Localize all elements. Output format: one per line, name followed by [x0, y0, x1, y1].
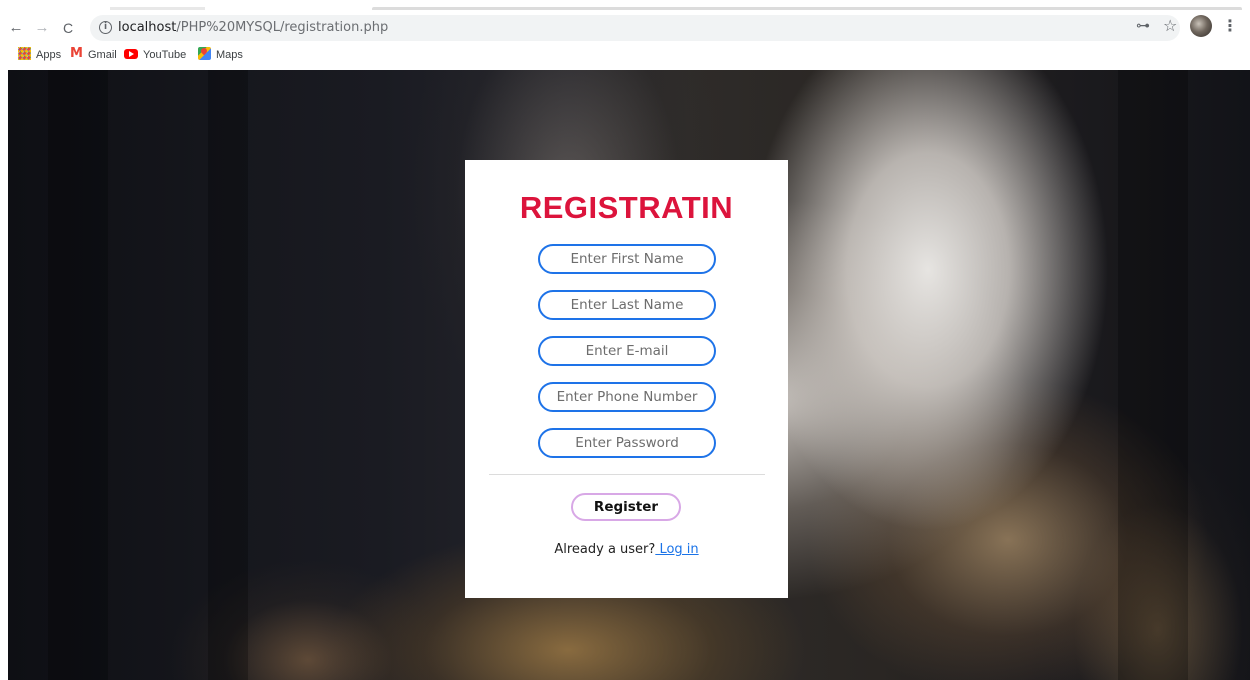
key-icon[interactable]: ⊶	[1136, 18, 1150, 34]
site-info-icon[interactable]: i	[99, 21, 112, 34]
active-tab[interactable]	[372, 7, 1242, 10]
bookmark-label: YouTube	[143, 49, 187, 61]
login-prompt-text: Already a user?	[554, 542, 656, 557]
star-icon[interactable]: ☆	[1163, 16, 1177, 35]
bookmark-gmail[interactable]: Gmail	[70, 46, 117, 63]
bookmark-apps[interactable]: Apps	[18, 47, 61, 63]
url-text[interactable]: localhost/PHP%20MYSQL/registration.php	[118, 20, 388, 35]
bookmark-youtube[interactable]: YouTube	[124, 47, 186, 63]
bookmark-maps[interactable]: Maps	[198, 47, 243, 63]
login-prompt: Already a user? Log in	[465, 542, 788, 557]
gmail-icon	[70, 46, 83, 62]
inactive-tab[interactable]	[110, 7, 205, 10]
youtube-icon	[124, 49, 138, 59]
maps-icon	[198, 47, 211, 60]
background-shade	[48, 70, 108, 680]
bookmark-label: Apps	[36, 49, 62, 61]
divider	[489, 474, 765, 475]
password-input[interactable]	[538, 428, 716, 458]
registration-card: REGISTRATIN Register Already a user? Log…	[465, 160, 788, 598]
browser-toolbar: ← → C i localhost/PHP%20MYSQL/registrati…	[0, 14, 1250, 42]
login-link[interactable]: Log in	[655, 542, 698, 557]
address-bar[interactable]: i localhost/PHP%20MYSQL/registration.php	[90, 15, 1180, 41]
tab-strip	[0, 0, 1250, 12]
menu-icon[interactable]: ⋮	[1222, 16, 1238, 35]
background-shade	[208, 70, 248, 680]
apps-grid-icon	[18, 47, 31, 60]
profile-avatar[interactable]	[1190, 15, 1212, 37]
bookmark-label: Gmail	[88, 49, 117, 61]
reload-icon[interactable]: C	[58, 18, 78, 38]
url-host: localhost	[118, 20, 177, 35]
bookmarks-bar: Apps Gmail YouTube Maps	[0, 44, 1250, 66]
phone-number-input[interactable]	[538, 382, 716, 412]
forward-icon[interactable]: →	[32, 18, 52, 38]
register-button[interactable]: Register	[571, 493, 681, 521]
email-input[interactable]	[538, 336, 716, 366]
bookmark-label: Maps	[216, 49, 243, 61]
first-name-input[interactable]	[538, 244, 716, 274]
page-title: REGISTRATIN	[519, 190, 734, 225]
url-path: /PHP%20MYSQL/registration.php	[176, 20, 389, 35]
back-icon[interactable]: ←	[6, 18, 26, 38]
background-shade	[1118, 70, 1188, 680]
last-name-input[interactable]	[538, 290, 716, 320]
